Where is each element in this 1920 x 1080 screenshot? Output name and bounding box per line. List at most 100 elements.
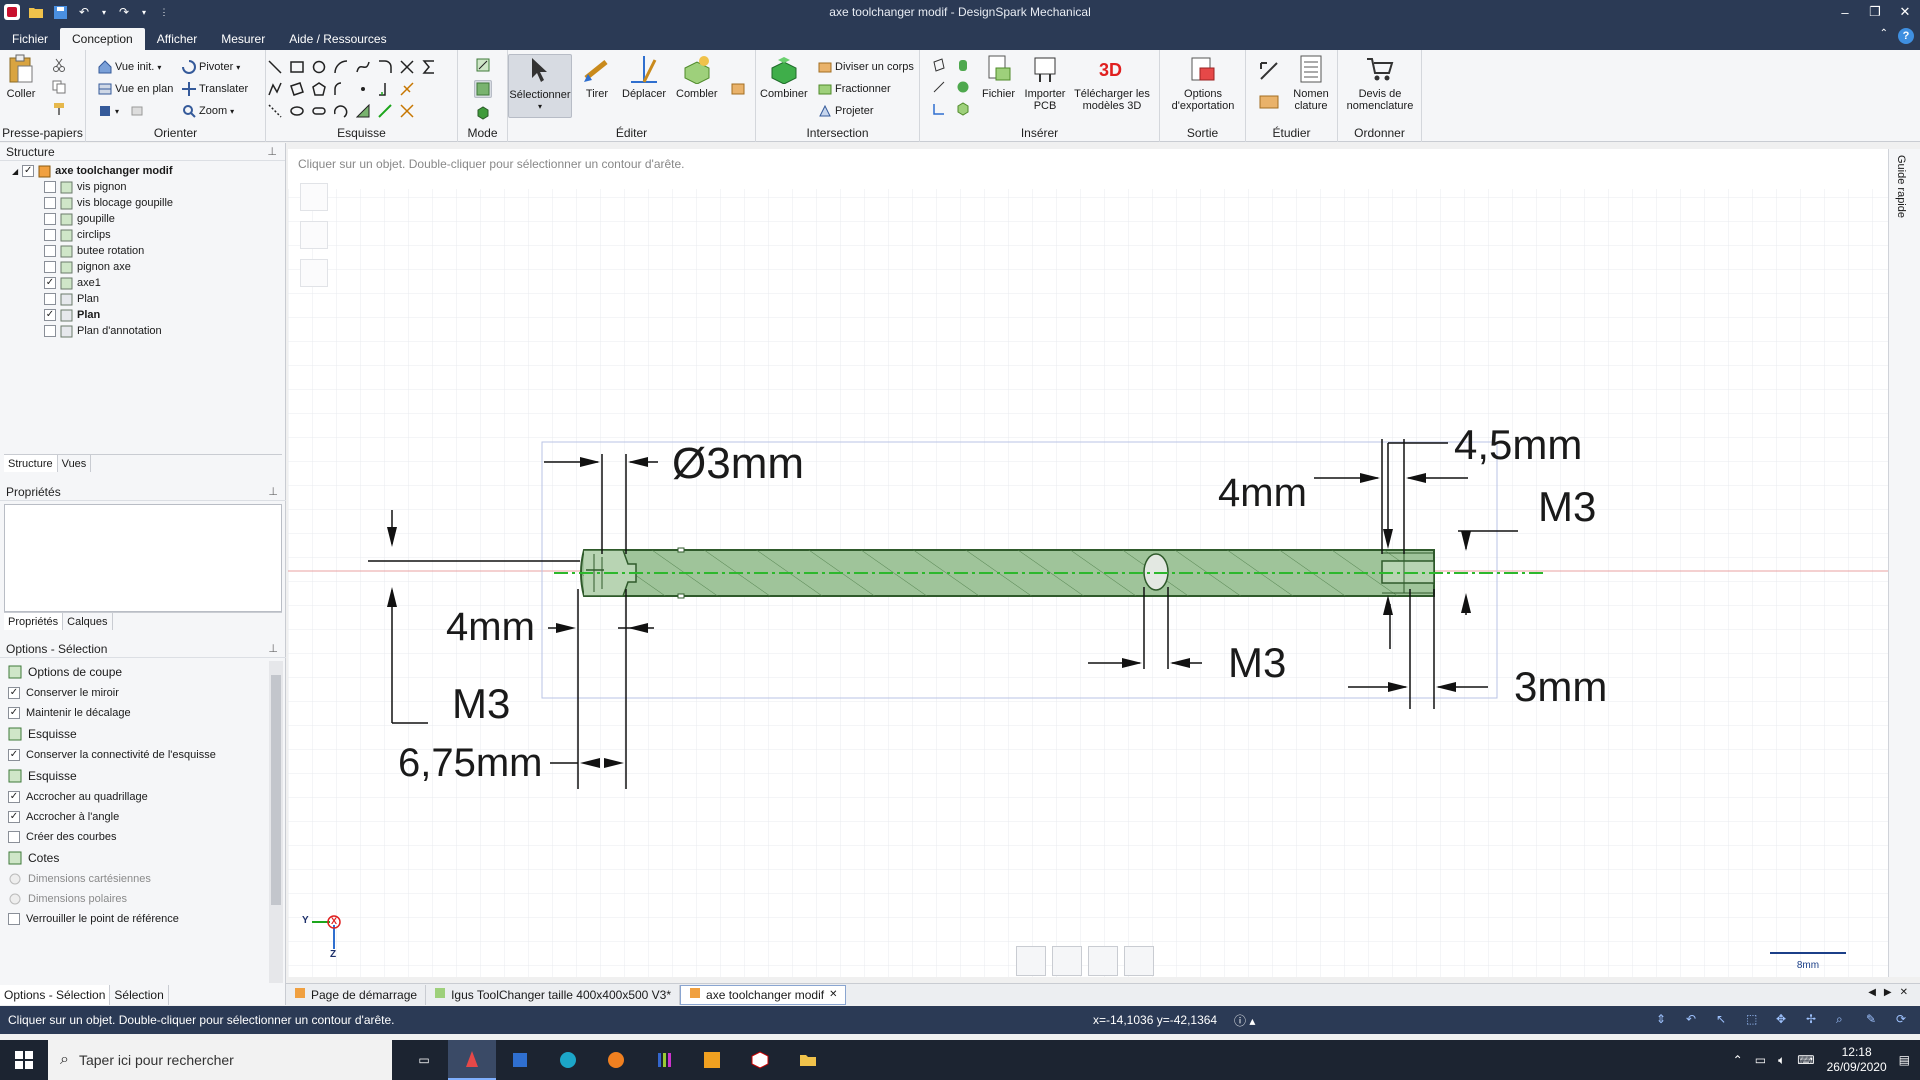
tree-checkbox[interactable]	[44, 325, 56, 337]
tab-conception[interactable]: Conception	[60, 28, 145, 50]
tree-checkbox[interactable]	[44, 213, 56, 225]
insert-file-button[interactable]: Fichier	[982, 54, 1015, 100]
rotate-button[interactable]: Pivoter ▾	[182, 58, 240, 76]
restore-icon[interactable]: ❐	[1860, 0, 1890, 24]
sweep-arc-icon[interactable]	[334, 82, 348, 96]
tree-checkbox[interactable]	[44, 293, 56, 305]
save-icon[interactable]	[52, 4, 68, 20]
format-painter-icon[interactable]	[52, 102, 66, 116]
tree-checkbox[interactable]	[44, 181, 56, 193]
sketch-grid-icon[interactable]	[1052, 946, 1082, 976]
customize-quick-access-icon[interactable]: ⋮	[156, 4, 172, 20]
line-tool-icon[interactable]	[268, 60, 282, 74]
doc-tab-axe[interactable]: axe toolchanger modif ✕	[680, 984, 847, 1005]
tab-calques[interactable]: Calques	[63, 613, 113, 630]
option-row[interactable]: Accrocher à l'angle	[0, 807, 268, 827]
option-checkbox[interactable]	[8, 913, 20, 925]
quick-guide-label[interactable]: Guide rapide	[1895, 155, 1907, 218]
undo-view-icon[interactable]: ↶	[1686, 1012, 1702, 1028]
export-options-button[interactable]: Options d'exportation	[1166, 54, 1240, 112]
notifications-icon[interactable]: ▤	[1899, 1053, 1910, 1067]
sketch-plane-icon[interactable]	[300, 221, 328, 249]
dimension-label[interactable]: 4mm	[446, 605, 535, 650]
tree-checkbox[interactable]	[44, 245, 56, 257]
tab-options-selection[interactable]: Options - Sélection	[0, 985, 111, 1005]
dimension-label[interactable]: M3	[452, 680, 510, 728]
language-icon[interactable]: ⌨	[1797, 1053, 1814, 1067]
tab-scroll-right-icon[interactable]: ▶	[1884, 987, 1892, 998]
zoom-status-icon[interactable]: ⌕	[1836, 1012, 1852, 1028]
dimension-label[interactable]: Ø3mm	[672, 439, 804, 489]
design-canvas[interactable]: Cliquer sur un objet. Double-cliquer pou…	[288, 149, 1888, 977]
tangent-arc-icon[interactable]	[378, 60, 392, 74]
box-select-icon[interactable]: ⬚	[1746, 1012, 1762, 1028]
scrollbar-thumb[interactable]	[271, 675, 281, 905]
tree-item[interactable]: circlips	[0, 227, 285, 243]
fill-button[interactable]: Combler	[676, 54, 718, 100]
spline-tool-icon[interactable]	[356, 60, 370, 74]
cad-drawing[interactable]	[288, 149, 1888, 977]
close-icon[interactable]: ✕	[1890, 0, 1920, 24]
fill-sketch-icon[interactable]	[355, 103, 370, 118]
pin-icon[interactable]: ⊥	[267, 143, 277, 161]
option-row[interactable]: Créer des courbes	[0, 827, 268, 847]
exit-sketch-icon[interactable]	[300, 259, 328, 287]
option-checkbox[interactable]	[8, 811, 20, 823]
arc-tool-icon[interactable]	[334, 60, 348, 74]
app-logo-icon[interactable]	[4, 4, 20, 20]
fusion-app-icon[interactable]	[688, 1040, 736, 1080]
point-tool-icon[interactable]	[356, 82, 370, 96]
tree-checkbox[interactable]	[44, 261, 56, 273]
move-sketch-icon[interactable]	[400, 104, 414, 118]
import-pcb-button[interactable]: Importer PCB	[1024, 54, 1066, 112]
redo-icon[interactable]: ↷	[116, 4, 132, 20]
select-button[interactable]: Sélectionner ▾	[508, 54, 572, 118]
doc-tab-igus[interactable]: Igus ToolChanger taille 400x400x500 V3*	[426, 984, 681, 1005]
undo-dropdown-icon[interactable]: ▾	[100, 4, 108, 20]
move-button[interactable]: Déplacer	[622, 54, 666, 100]
tab-aide-ressources[interactable]: Aide / Ressources	[277, 28, 398, 50]
fill-extra-icon[interactable]	[730, 80, 748, 98]
tab-mesurer[interactable]: Mesurer	[209, 28, 277, 50]
trim-tool-icon[interactable]	[400, 60, 414, 74]
project-button[interactable]: Projeter	[818, 102, 874, 120]
undo-icon[interactable]: ↶	[76, 4, 92, 20]
task-view-icon[interactable]: ▭	[400, 1040, 448, 1080]
ellipse-tool-icon[interactable]	[290, 104, 304, 118]
help-icon[interactable]: ?	[1898, 28, 1914, 44]
zoom-button[interactable]: Zoom ▾	[182, 102, 234, 120]
option-row[interactable]: Conserver le miroir	[0, 683, 268, 703]
option-row[interactable]: Maintenir le décalage	[0, 703, 268, 723]
dimension-label[interactable]: 3mm	[1514, 663, 1607, 711]
3d-mode-icon[interactable]	[476, 106, 490, 120]
split-curve-icon[interactable]	[400, 82, 414, 96]
download-3d-models-button[interactable]: 3D Télécharger les modèles 3D	[1070, 54, 1154, 112]
print-icon[interactable]	[1124, 946, 1154, 976]
tab-scroll-left-icon[interactable]: ◀	[1868, 987, 1876, 998]
plane-insert-icon[interactable]	[932, 58, 946, 72]
sum-icon[interactable]	[422, 60, 436, 74]
quick-guide-panel[interactable]: Guide rapide	[1888, 149, 1920, 977]
select-filter-icon[interactable]: ↖	[1716, 1012, 1732, 1028]
option-row[interactable]: Conserver la connectivité de l'esquisse	[0, 745, 268, 765]
designspark-app-icon[interactable]	[448, 1040, 496, 1080]
tree-item[interactable]: goupille	[0, 211, 285, 227]
minimize-icon[interactable]: –	[1830, 0, 1860, 24]
tab-proprietes[interactable]: Propriétés	[4, 613, 64, 630]
close-all-icon[interactable]: ✕	[1900, 987, 1908, 998]
volume-icon[interactable]: 🔈︎	[1778, 1053, 1785, 1068]
tree-item[interactable]: vis blocage goupille	[0, 195, 285, 211]
circle-tool-icon[interactable]	[312, 60, 326, 74]
home-view-button[interactable]: Vue init. ▾	[98, 58, 161, 76]
tree-item[interactable]: Plan	[0, 291, 285, 307]
tree-checkbox[interactable]	[44, 229, 56, 241]
copy-icon[interactable]	[52, 80, 66, 94]
tree-checkbox[interactable]	[44, 197, 56, 209]
pin-icon[interactable]: ⊥	[268, 483, 278, 501]
option-checkbox[interactable]	[8, 707, 20, 719]
doc-tab-start[interactable]: Page de démarrage	[286, 984, 427, 1005]
rotate-view-icon[interactable]: ⟳	[1896, 1012, 1912, 1028]
measure-icon[interactable]	[1258, 60, 1280, 82]
dimension-label[interactable]: M3	[1538, 483, 1596, 531]
cylinder-insert-icon[interactable]	[956, 58, 970, 72]
